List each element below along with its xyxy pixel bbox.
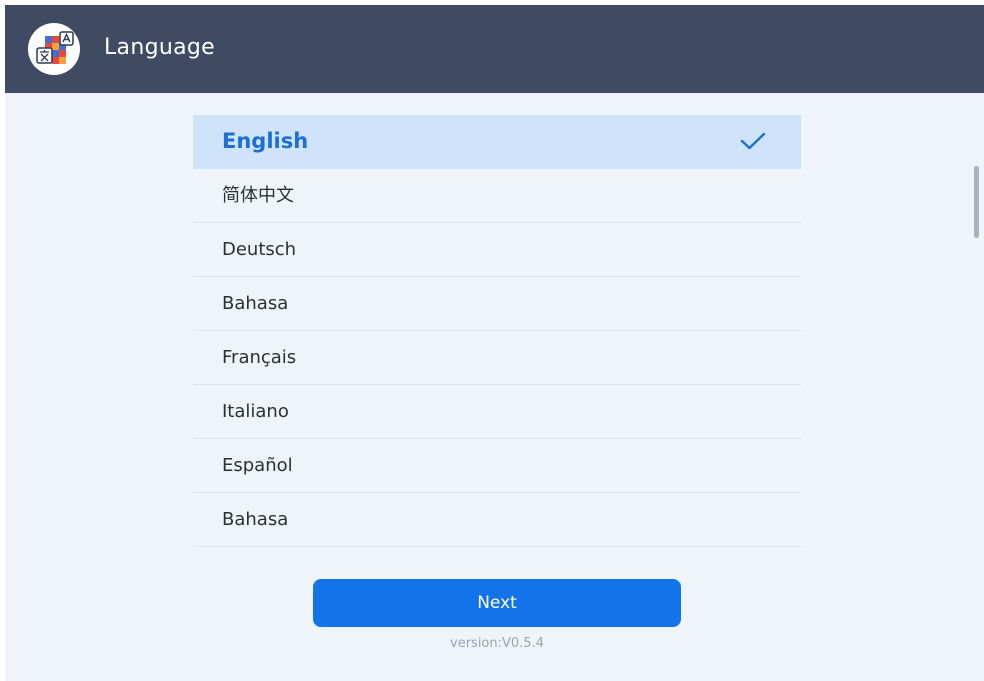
- next-button[interactable]: Next: [313, 579, 681, 627]
- language-option-espanol[interactable]: Español: [193, 439, 801, 493]
- language-option-english[interactable]: English: [193, 115, 801, 169]
- language-label: Français: [222, 347, 297, 368]
- language-label: 简体中文: [222, 185, 294, 206]
- language-label: Bahasa: [222, 509, 289, 530]
- page-title: Language: [104, 35, 215, 60]
- language-option-simplified-chinese[interactable]: 简体中文: [193, 169, 801, 223]
- checkmark-icon: [740, 132, 766, 150]
- scrollbar-thumb[interactable]: [974, 166, 979, 238]
- language-option-deutsch[interactable]: Deutsch: [193, 223, 801, 277]
- version-label: version:V0.5.4: [450, 636, 544, 651]
- app-header: Language: [5, 5, 984, 93]
- language-label: English: [222, 129, 309, 153]
- app-window: Language English 简体中文 Deutsch Bahasa Fra…: [5, 5, 984, 681]
- language-label: Deutsch: [222, 239, 297, 260]
- language-option-bahasa[interactable]: Bahasa: [193, 277, 801, 331]
- language-option-francais[interactable]: Français: [193, 331, 801, 385]
- language-label: Italiano: [222, 401, 289, 422]
- language-label: Español: [222, 455, 293, 476]
- language-label: Bahasa: [222, 293, 289, 314]
- language-option-bahasa-2[interactable]: Bahasa: [193, 493, 801, 547]
- language-translate-icon: [28, 23, 80, 75]
- language-list: English 简体中文 Deutsch Bahasa Français Ita…: [193, 115, 801, 547]
- language-option-italiano[interactable]: Italiano: [193, 385, 801, 439]
